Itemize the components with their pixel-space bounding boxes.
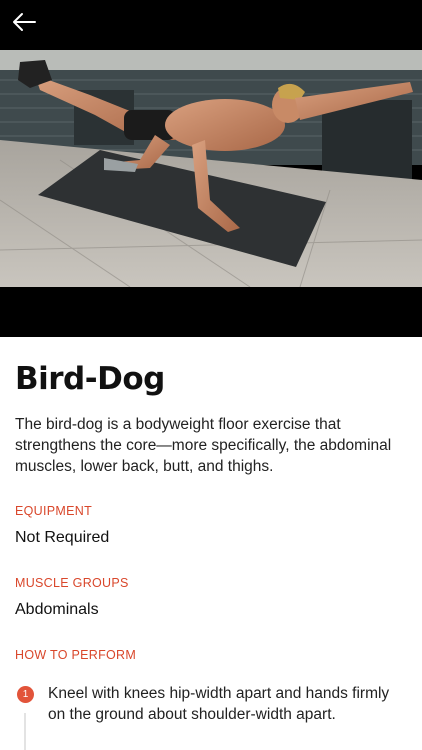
step-text: Kneel with knees hip-width apart and han… [48,685,390,723]
equipment-value: Not Required [15,529,110,546]
exercise-video[interactable] [0,0,422,337]
step-number-badge: 1 [17,686,34,703]
equipment-label: EQUIPMENT [15,504,93,518]
arrow-left-icon [13,13,36,31]
muscle-groups-value: Abdominals [15,601,99,618]
step-item: 1 Kneel with knees hip-width apart and h… [15,683,407,750]
back-button[interactable] [8,6,40,38]
exercise-details: Bird-Dog The bird-dog is a bodyweight fl… [15,337,407,750]
step-timeline-line [24,713,26,750]
exercise-description: The bird-dog is a bodyweight floor exerc… [15,416,392,475]
video-frame [0,50,422,287]
exercise-demo-image [0,50,422,287]
muscle-groups-label: MUSCLE GROUPS [15,576,129,590]
exercise-title: Bird-Dog [15,361,165,397]
how-to-perform-label: HOW TO PERFORM [15,648,137,662]
